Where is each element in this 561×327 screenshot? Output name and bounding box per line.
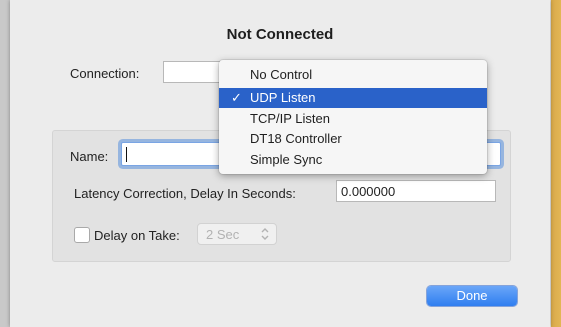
menu-item-label: UDP Listen: [250, 90, 316, 105]
delay-on-take-label: Delay on Take:: [94, 228, 180, 243]
connection-label: Connection:: [70, 66, 140, 81]
menu-item-label: DT18 Controller: [250, 131, 342, 146]
latency-input[interactable]: 0.000000: [336, 180, 496, 202]
connection-dropdown-menu: No Control ✓ UDP Listen TCP/IP Listen DT…: [219, 60, 487, 174]
menu-item-udp-listen[interactable]: ✓ UDP Listen: [219, 88, 487, 108]
menu-item-label: TCP/IP Listen: [250, 111, 330, 126]
menu-item-dt18-controller[interactable]: DT18 Controller: [219, 129, 487, 149]
connection-popup[interactable]: [163, 61, 224, 83]
menu-item-tcp-ip-listen[interactable]: TCP/IP Listen: [219, 109, 487, 129]
menu-item-label: Simple Sync: [250, 152, 323, 167]
dialog-title: Not Connected: [226, 26, 334, 43]
name-label: Name:: [70, 149, 109, 164]
up-down-chevron-icon: [261, 228, 269, 240]
menu-item-simple-sync[interactable]: Simple Sync: [219, 150, 487, 170]
text-caret: [126, 147, 127, 162]
delay-on-take-checkbox[interactable]: [74, 227, 90, 243]
checkmark-icon: ✓: [231, 90, 242, 105]
delay-on-take-select[interactable]: 2 Sec: [197, 223, 277, 245]
latency-label: Latency Correction, Delay In Seconds:: [74, 186, 296, 201]
menu-item-label: No Control: [250, 67, 313, 82]
delay-select-value: 2 Sec: [206, 227, 240, 242]
menu-item-no-control[interactable]: No Control: [219, 65, 487, 85]
done-button[interactable]: Done: [427, 286, 517, 306]
